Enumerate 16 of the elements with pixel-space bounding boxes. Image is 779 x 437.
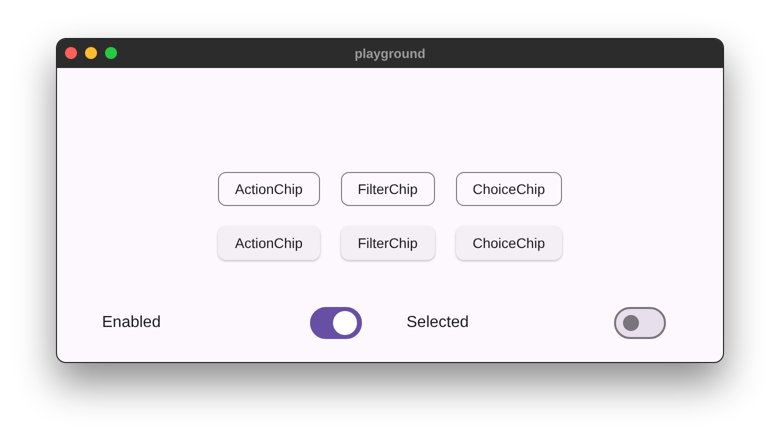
- chip[interactable]: FilterChip: [340, 172, 435, 206]
- switch-thumb: [332, 311, 356, 335]
- chip[interactable]: ActionChip: [218, 226, 320, 260]
- toggle-label: Selected: [406, 313, 469, 333]
- toggle-label: Enabled: [102, 313, 161, 333]
- window-title: playground: [354, 44, 426, 63]
- switch-thumb: [623, 315, 639, 331]
- toggle-switch[interactable]: [614, 307, 666, 339]
- close-icon[interactable]: [65, 47, 77, 59]
- chip[interactable]: ActionChip: [218, 172, 320, 206]
- maximize-icon[interactable]: [105, 47, 117, 59]
- minimize-icon[interactable]: [85, 47, 97, 59]
- chip[interactable]: ChoiceChip: [456, 172, 562, 206]
- toggle-switch[interactable]: [310, 307, 362, 339]
- chip[interactable]: FilterChip: [340, 226, 435, 260]
- chip[interactable]: ChoiceChip: [456, 226, 562, 260]
